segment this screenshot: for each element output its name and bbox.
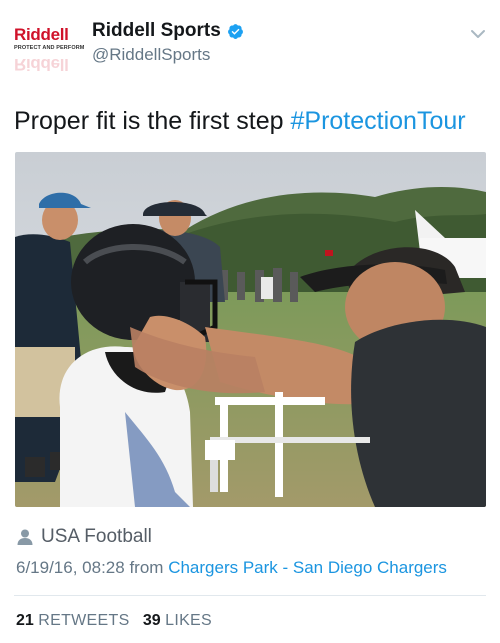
name-row: Riddell Sports bbox=[92, 20, 244, 42]
location-row[interactable]: USA Football bbox=[16, 526, 152, 548]
logo-brand-text: Riddell bbox=[14, 25, 69, 44]
tweet-text-body: Proper fit is the first step bbox=[14, 107, 291, 135]
location-label: USA Football bbox=[41, 526, 152, 547]
hashtag-link[interactable]: #ProtectionTour bbox=[291, 107, 466, 135]
logo-reflection: Riddell bbox=[14, 55, 69, 74]
engagement-stats: 21 RETWEETS 39 LIKES bbox=[16, 612, 212, 630]
tweet-text: Proper fit is the first step #Protection… bbox=[14, 106, 466, 136]
user-handle[interactable]: @RiddellSports bbox=[92, 45, 210, 65]
display-name[interactable]: Riddell Sports bbox=[92, 20, 221, 42]
likes-count[interactable]: 39 bbox=[143, 612, 161, 629]
stats-divider bbox=[14, 595, 486, 596]
tweet-header: Riddell PROTECT AND PERFORM Riddell Ridd… bbox=[0, 0, 500, 88]
retweets-label[interactable]: RETWEETS bbox=[38, 612, 129, 629]
helmet-fitting-photo bbox=[15, 152, 486, 507]
from-label: from bbox=[129, 558, 164, 577]
likes-label[interactable]: LIKES bbox=[165, 612, 212, 629]
tweet-meta: 6/19/16, 08:28 from Chargers Park - San … bbox=[16, 558, 447, 578]
tweet-photo[interactable] bbox=[15, 152, 486, 507]
retweets-count[interactable]: 21 bbox=[16, 612, 34, 629]
timestamp[interactable]: 6/19/16, 08:28 bbox=[16, 558, 125, 577]
verified-badge-icon bbox=[227, 23, 243, 39]
chevron-down-icon[interactable] bbox=[470, 26, 486, 42]
source-link[interactable]: Chargers Park - San Diego Chargers bbox=[168, 558, 447, 577]
person-icon bbox=[17, 529, 33, 545]
riddell-logo[interactable]: Riddell PROTECT AND PERFORM Riddell bbox=[14, 25, 84, 75]
logo-tagline: PROTECT AND PERFORM bbox=[14, 45, 85, 51]
